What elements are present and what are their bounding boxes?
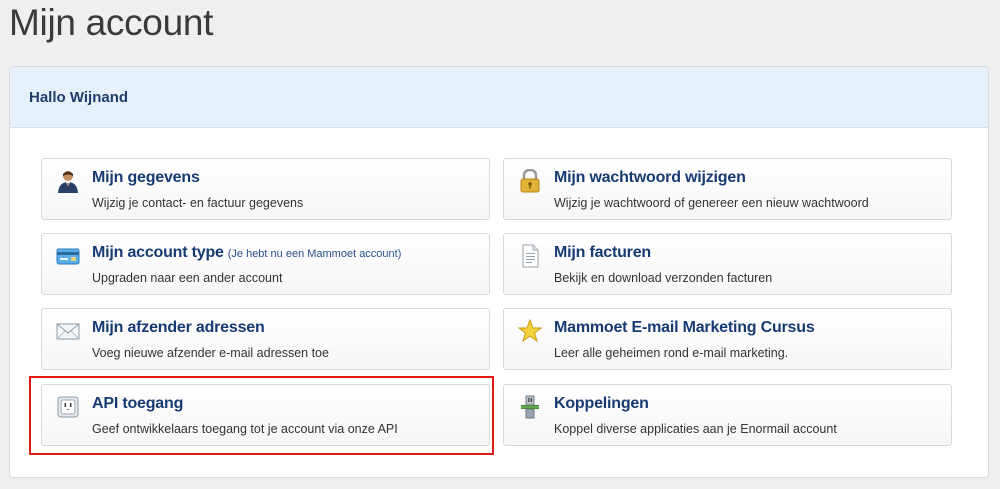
account-type-note: (Je hebt nu een Mammoet account) [227,248,402,260]
page-title: Mijn account [9,2,214,43]
tile-title: Mijn afzender adressen [92,319,265,336]
lock-icon [518,168,542,193]
tile-description: Koppel diverse applicaties aan je Enorma… [554,422,837,436]
tile-title: Koppelingen [554,395,649,412]
tile-koppelingen[interactable]: Koppelingen Koppel diverse applicaties a… [503,384,952,446]
tile-description: Voeg nieuwe afzender e-mail adressen toe [92,346,329,360]
tile-mijn-gegevens[interactable]: Mijn gegevens Wijzig je contact- en fact… [41,158,490,220]
tile-title: Mammoet E-mail Marketing Cursus [554,319,815,336]
tile-title: Mijn account type (Je hebt nu een Mammoet… [92,244,402,261]
tile-title: Mijn wachtwoord wijzigen [554,169,746,186]
tile-mijn-facturen[interactable]: Mijn facturen Bekijk en download verzond… [503,233,952,295]
envelope-icon [56,319,80,343]
tile-description: Leer alle geheimen rond e-mail marketing… [554,346,789,360]
tile-mijn-afzender-adressen[interactable]: Mijn afzender adressen Voeg nieuwe afzen… [41,308,490,370]
tile-mammoet-email-marketing-cursus[interactable]: Mammoet E-mail Marketing Cursus Leer all… [503,308,952,370]
tile-description: Wijzig je wachtwoord of genereer een nie… [554,196,869,210]
tile-description: Upgraden naar een ander account [92,271,283,285]
connector-icon [518,395,542,419]
power-socket-icon [56,395,80,419]
user-icon [56,169,80,193]
tile-description: Bekijk en download verzonden facturen [554,271,773,285]
tile-mijn-wachtwoord-wijzigen[interactable]: Mijn wachtwoord wijzigen Wijzig je wacht… [503,158,952,220]
tile-description: Geef ontwikkelaars toegang tot je accoun… [92,422,398,436]
document-icon [518,244,542,268]
tile-title: Mijn facturen [554,244,651,261]
star-icon [517,318,543,343]
tile-title: API toegang [92,395,184,412]
tile-title: Mijn gegevens [92,169,200,186]
tile-api-toegang[interactable]: API toegang Geef ontwikkelaars toegang t… [41,384,490,446]
tile-description: Wijzig je contact- en factuur gegevens [92,196,304,210]
credit-card-icon [56,244,80,268]
panel-greeting: Hallo Wijnand [10,67,988,128]
tile-mijn-account-type[interactable]: Mijn account type (Je hebt nu een Mammoet… [41,233,490,295]
